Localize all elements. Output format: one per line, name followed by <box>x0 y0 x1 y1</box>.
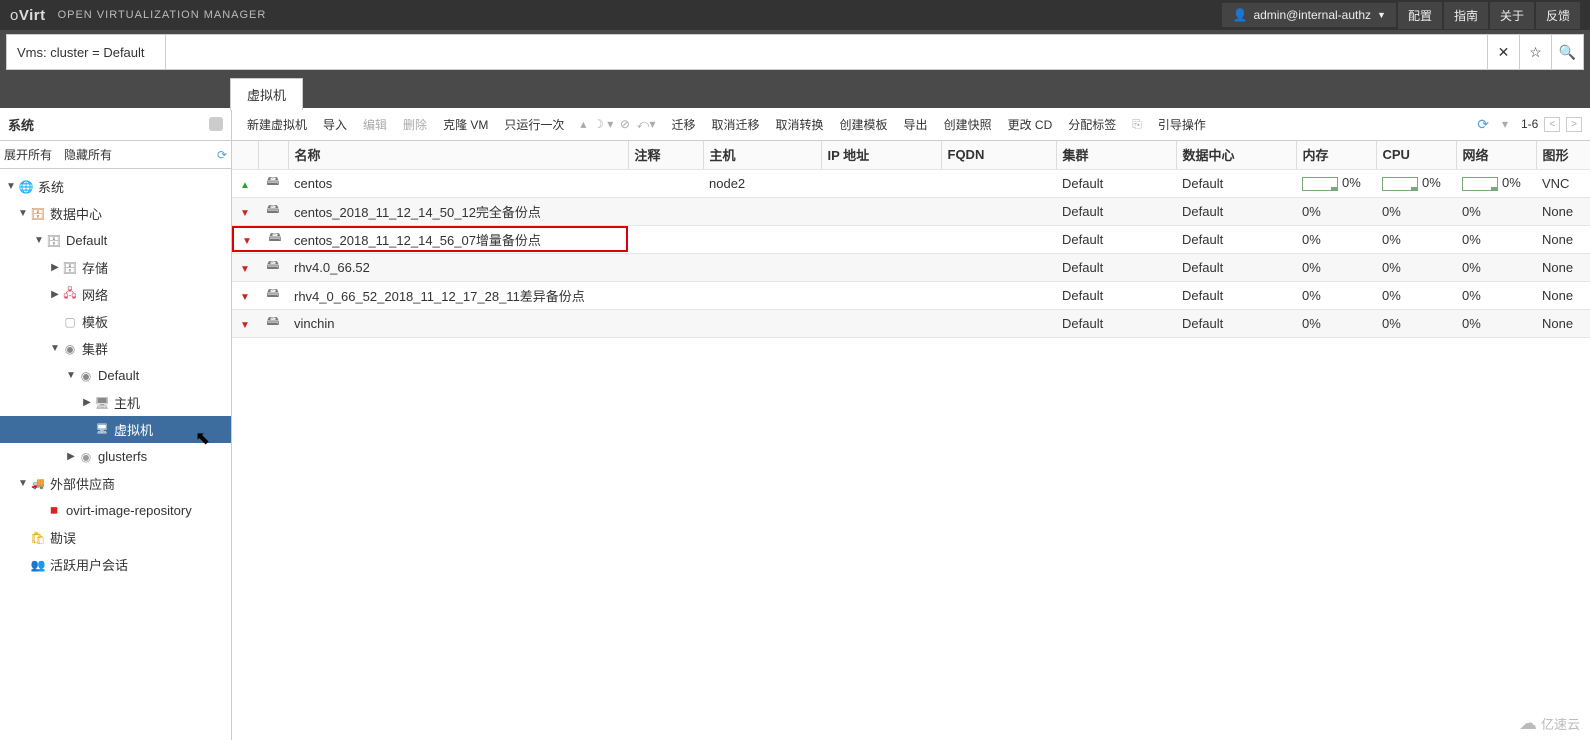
user-name: admin@internal-authz <box>1253 8 1371 22</box>
delete-button[interactable]: 删除 <box>396 113 434 136</box>
run-dropdown-icon[interactable]: ▴ ☽ ▾ ⊘ ⤺▾ <box>573 114 662 135</box>
col-graphics[interactable]: 图形 <box>1536 141 1590 169</box>
tree-cluster[interactable]: ▼◉集群 <box>0 335 231 362</box>
cloud-icon: ☁ <box>1519 713 1537 734</box>
create-snapshot-button[interactable]: 创建快照 <box>937 113 999 136</box>
nav-guide[interactable]: 指南 <box>1444 2 1488 29</box>
chevron-down-icon: ▼ <box>1377 10 1386 20</box>
refresh-tree-icon[interactable]: ⟳ <box>217 148 227 162</box>
col-name[interactable]: 名称 <box>288 141 628 169</box>
next-page-button[interactable]: > <box>1566 117 1582 132</box>
logo-subtitle: OPEN VIRTUALIZATION MANAGER <box>58 9 267 21</box>
tree-default-dc[interactable]: ▼🗄Default <box>0 227 231 254</box>
page-range: 1-6 <box>1521 117 1538 131</box>
col-cpu[interactable]: CPU <box>1376 141 1456 169</box>
tree-network[interactable]: ▶🖧网络 <box>0 281 231 308</box>
cancel-convert-button[interactable]: 取消转换 <box>769 113 831 136</box>
star-icon: ☆ <box>1529 44 1542 61</box>
toolbar: 新建虚拟机 导入 编辑 删除 克隆 VM 只运行一次 ▴ ☽ ▾ ⊘ ⤺▾ 迁移… <box>232 108 1590 141</box>
col-memory[interactable]: 内存 <box>1296 141 1376 169</box>
guide-button[interactable]: 引导操作 <box>1151 113 1213 136</box>
vm-grid: 名称 注释 主机 IP 地址 FQDN 集群 数据中心 内存 CPU 网络 图形… <box>232 141 1590 740</box>
search-icon: 🔍 <box>1559 44 1576 61</box>
tree-vm[interactable]: 🖥虚拟机 <box>0 416 231 443</box>
create-template-button[interactable]: 创建模板 <box>833 113 895 136</box>
tree-glusterfs[interactable]: ▶◉glusterfs <box>0 443 231 470</box>
logo: oVirt <box>10 7 46 24</box>
assign-tags-button[interactable]: 分配标签 <box>1061 113 1123 136</box>
edit-button[interactable]: 编辑 <box>356 113 394 136</box>
table-row[interactable]: ▼ 🖴 rhv4.0_66.52 DefaultDefault 0%0%0%No… <box>232 253 1590 281</box>
col-ip[interactable]: IP 地址 <box>821 141 941 169</box>
close-icon: ✕ <box>1498 44 1510 61</box>
tree-storage[interactable]: ▶🗄存储 <box>0 254 231 281</box>
nav-feedback[interactable]: 反馈 <box>1536 2 1580 29</box>
new-vm-button[interactable]: 新建虚拟机 <box>240 113 314 136</box>
table-row[interactable]: ▼ 🖴 centos_2018_11_12_14_50_12完全备份点 Defa… <box>232 197 1590 225</box>
collapse-sidebar-icon[interactable] <box>209 117 223 131</box>
col-icon[interactable] <box>258 141 288 169</box>
col-fqdn[interactable]: FQDN <box>941 141 1056 169</box>
col-status[interactable] <box>232 141 258 169</box>
tree-host[interactable]: ▶🖥主机 <box>0 389 231 416</box>
nav-config[interactable]: 配置 <box>1398 2 1442 29</box>
table-row[interactable]: ▲ 🖴 centosnode2 DefaultDefault 0%0%0%VNC <box>232 169 1590 197</box>
col-cluster[interactable]: 集群 <box>1056 141 1176 169</box>
table-row[interactable]: ▼ 🖴 vinchin DefaultDefault 0%0%0%None <box>232 309 1590 337</box>
col-datacenter[interactable]: 数据中心 <box>1176 141 1296 169</box>
change-cd-button[interactable]: 更改 CD <box>1001 113 1060 136</box>
dropdown-icon[interactable]: ▾ <box>1495 114 1515 134</box>
search-scope[interactable]: Vms: cluster = Default <box>6 34 166 70</box>
guide-icon: ⎘ <box>1125 114 1149 135</box>
tree-external[interactable]: ▼🚚外部供应商 <box>0 470 231 497</box>
sidebar-title: 系统 <box>8 115 34 134</box>
cancel-migrate-button[interactable]: 取消迁移 <box>705 113 767 136</box>
tree-datacenter[interactable]: ▼🗄数据中心 <box>0 200 231 227</box>
user-icon: 👤 <box>1232 8 1247 22</box>
tree-image-repo[interactable]: ◼ovirt-image-repository <box>0 497 231 524</box>
run-once-button[interactable]: 只运行一次 <box>497 113 571 136</box>
col-host[interactable]: 主机 <box>703 141 821 169</box>
tree-system[interactable]: ▼🌐系统 <box>0 173 231 200</box>
user-menu[interactable]: 👤 admin@internal-authz ▼ <box>1222 3 1395 27</box>
nav-tree: ▼🌐系统 ▼🗄数据中心 ▼🗄Default ▶🗄存储 ▶🖧网络 ▢模板 ▼◉集群… <box>0 169 231 740</box>
collapse-all-button[interactable]: 隐藏所有 <box>64 146 112 163</box>
tree-sessions[interactable]: 👥活跃用户会话 <box>0 551 231 578</box>
tree-errors[interactable]: 🛍勘误 <box>0 524 231 551</box>
tree-default-cluster[interactable]: ▼◉Default <box>0 362 231 389</box>
bookmark-button[interactable]: ☆ <box>1520 34 1552 70</box>
search-button[interactable]: 🔍 <box>1552 34 1584 70</box>
tree-template[interactable]: ▢模板 <box>0 308 231 335</box>
watermark: ☁ 亿速云 <box>1519 713 1580 734</box>
prev-page-button[interactable]: < <box>1544 117 1560 132</box>
clear-search-button[interactable]: ✕ <box>1488 34 1520 70</box>
expand-all-button[interactable]: 展开所有 <box>4 146 52 163</box>
table-row[interactable]: ▼ 🖴 rhv4_0_66_52_2018_11_12_17_28_11差异备份… <box>232 281 1590 309</box>
migrate-button[interactable]: 迁移 <box>664 113 702 136</box>
col-comment[interactable]: 注释 <box>628 141 703 169</box>
refresh-icon[interactable]: ⟳ <box>1477 116 1489 133</box>
export-button[interactable]: 导出 <box>897 113 935 136</box>
nav-about[interactable]: 关于 <box>1490 2 1534 29</box>
col-network[interactable]: 网络 <box>1456 141 1536 169</box>
tab-vms[interactable]: 虚拟机 <box>230 78 303 110</box>
search-input[interactable] <box>166 34 1488 70</box>
clone-button[interactable]: 克隆 VM <box>436 113 495 136</box>
import-button[interactable]: 导入 <box>316 113 354 136</box>
table-row[interactable]: ▼ 🖴 centos_2018_11_12_14_56_07增量备份点 Defa… <box>232 225 1590 253</box>
